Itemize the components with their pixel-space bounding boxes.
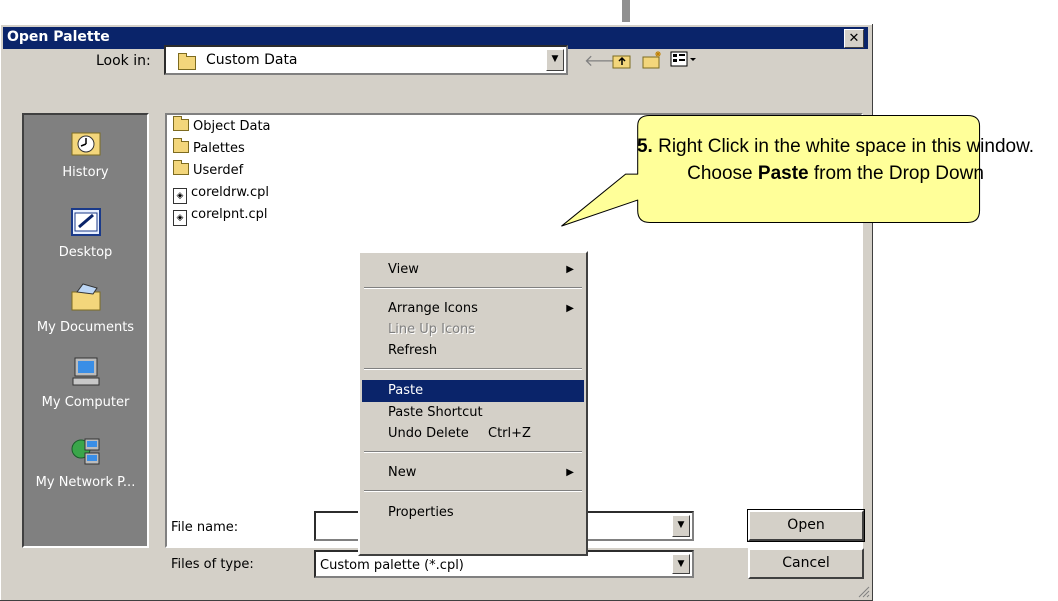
callout-text-part2: from the Drop Down	[808, 163, 984, 184]
desktop-icon	[70, 208, 101, 236]
menu-item-line-up-icons: Line Up Icons	[362, 319, 584, 341]
file-name: Userdef	[193, 163, 244, 178]
file-name-label: File name:	[171, 520, 239, 535]
place-my-documents[interactable]: My Documents	[24, 280, 147, 335]
my-documents-icon	[71, 283, 100, 311]
callout-text: 5. Right Click in the white space in thi…	[633, 133, 1038, 187]
network-icon	[71, 438, 99, 465]
folder-icon	[173, 116, 189, 131]
chevron-down-icon[interactable]: ▼	[672, 554, 690, 574]
menu-item-label: Paste Shortcut	[388, 405, 483, 420]
menu-item-paste-shortcut[interactable]: Paste Shortcut	[362, 402, 584, 424]
folder-icon	[173, 138, 189, 153]
menu-item-arrange-icons[interactable]: Arrange Icons ▶	[362, 298, 584, 320]
palette-file-icon: ◈	[173, 210, 187, 226]
view-menu-icon[interactable]	[670, 51, 698, 69]
list-item[interactable]: ◈ corelpnt.cpl	[173, 207, 268, 226]
chevron-down-icon[interactable]: ▼	[672, 515, 690, 537]
close-icon: ✕	[848, 31, 860, 46]
menu-separator	[364, 287, 582, 289]
place-my-documents-label: My Documents	[36, 320, 135, 335]
close-button[interactable]: ✕	[844, 29, 864, 48]
place-desktop-label: Desktop	[58, 245, 113, 260]
new-folder-icon[interactable]	[642, 50, 664, 70]
menu-separator	[364, 490, 582, 492]
chevron-down-icon[interactable]: ▼	[546, 49, 564, 71]
menu-item-label: View	[388, 262, 419, 277]
menu-item-label: Paste	[388, 383, 424, 398]
cancel-button[interactable]: Cancel	[748, 548, 864, 579]
menu-item-undo-delete[interactable]: Undo Delete Ctrl+Z	[362, 423, 584, 445]
context-menu: View ▶ Arrange Icons ▶ Line Up Icons Refre…	[358, 251, 588, 556]
submenu-arrow-icon: ▶	[566, 264, 574, 275]
menu-item-properties[interactable]: Properties	[362, 502, 584, 524]
menu-item-shortcut: Ctrl+Z	[488, 426, 531, 441]
menu-item-paste[interactable]: Paste	[362, 380, 584, 402]
file-name: Object Data	[193, 119, 271, 134]
menu-item-refresh[interactable]: Refresh	[362, 340, 584, 362]
look-in-value: Custom Data	[206, 52, 298, 68]
look-in-label: Look in:	[96, 53, 151, 69]
my-computer-icon	[72, 357, 99, 386]
dialog-title: Open Palette	[7, 29, 110, 45]
cursor-mark	[622, 0, 630, 22]
menu-item-view[interactable]: View ▶	[362, 259, 584, 281]
menu-item-label: Refresh	[388, 343, 438, 358]
resize-grip-icon[interactable]	[858, 586, 870, 598]
file-name: coreldrw.cpl	[191, 185, 269, 200]
list-item[interactable]: Object Data	[173, 116, 271, 134]
folder-icon	[178, 53, 196, 70]
places-bar: History Desktop My Documents My Computer	[22, 113, 149, 548]
file-name: Palettes	[193, 141, 245, 156]
folder-icon	[173, 160, 189, 175]
menu-item-label: Undo Delete	[388, 426, 469, 441]
list-item[interactable]: Palettes	[173, 138, 245, 156]
menu-item-label: Properties	[388, 505, 454, 520]
menu-separator	[364, 451, 582, 453]
list-item[interactable]: Userdef	[173, 160, 244, 178]
menu-item-new[interactable]: New ▶	[362, 462, 584, 484]
menu-separator	[364, 368, 582, 370]
place-history[interactable]: History	[24, 125, 147, 180]
menu-item-label: Arrange Icons	[388, 301, 478, 316]
files-of-type-label: Files of type:	[171, 557, 254, 572]
palette-file-icon: ◈	[173, 188, 187, 204]
history-icon	[71, 132, 100, 156]
file-name: corelpnt.cpl	[191, 207, 268, 222]
open-button[interactable]: Open	[747, 509, 865, 542]
look-in-dropdown[interactable]: Custom Data ▼	[164, 45, 568, 75]
place-history-label: History	[62, 165, 109, 180]
list-item[interactable]: ◈ coreldrw.cpl	[173, 185, 269, 204]
place-my-network[interactable]: My Network P...	[24, 435, 147, 490]
place-my-computer[interactable]: My Computer	[24, 355, 147, 410]
callout-bold-word: Paste	[757, 163, 809, 184]
up-folder-icon[interactable]	[612, 52, 632, 70]
place-desktop[interactable]: Desktop	[24, 205, 147, 260]
submenu-arrow-icon: ▶	[566, 467, 574, 478]
submenu-arrow-icon: ▶	[566, 303, 574, 314]
menu-item-label: New	[388, 465, 417, 480]
place-my-network-label: My Network P...	[35, 475, 136, 490]
place-my-computer-label: My Computer	[41, 395, 130, 410]
files-of-type-value: Custom palette (*.cpl)	[320, 558, 464, 573]
callout-step: 5.	[636, 136, 653, 157]
menu-item-label: Line Up Icons	[388, 322, 476, 337]
